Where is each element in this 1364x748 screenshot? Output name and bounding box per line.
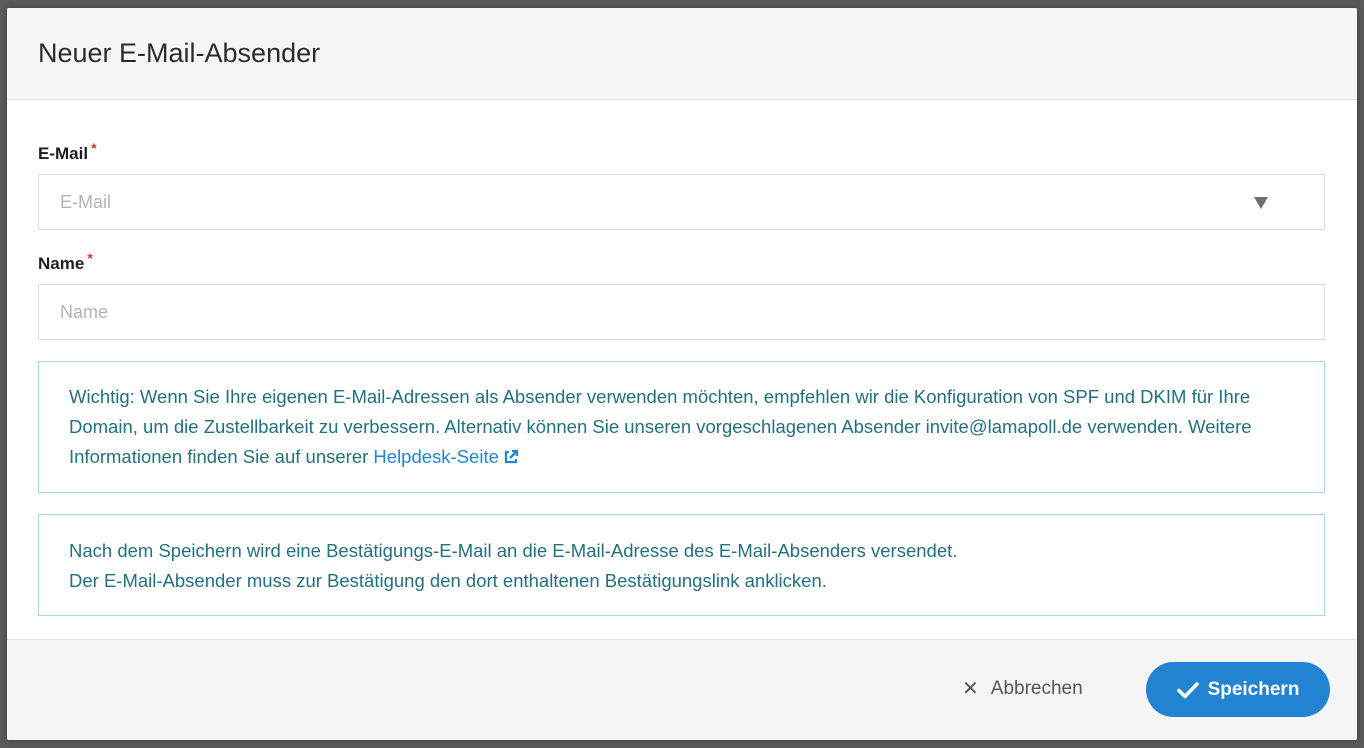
save-button[interactable]: Speichern xyxy=(1146,662,1330,717)
dialog-title: Neuer E-Mail-Absender xyxy=(38,38,321,68)
email-label-text: E-Mail xyxy=(38,144,89,163)
dialog-header: Neuer E-Mail-Absender xyxy=(7,8,1357,100)
email-select-input[interactable] xyxy=(60,175,1324,229)
name-field[interactable] xyxy=(38,284,1325,340)
confirmation-line-2: Der E-Mail-Absender muss zur Bestätigung… xyxy=(69,570,827,591)
confirmation-line-1: Nach dem Speichern wird eine Bestätigung… xyxy=(69,540,958,561)
confirmation-info-box: Nach dem Speichern wird eine Bestätigung… xyxy=(38,514,1325,616)
email-select[interactable] xyxy=(38,174,1325,230)
save-button-label[interactable]: Speichern xyxy=(1208,679,1300,701)
close-icon[interactable]: ✕ xyxy=(962,676,979,701)
new-email-sender-dialog: Neuer E-Mail-Absender E-Mail* Name* Wich… xyxy=(7,8,1357,740)
email-label: E-Mail * xyxy=(38,140,97,164)
caret-down-icon[interactable] xyxy=(1254,197,1268,209)
dialog-footer: ✕ Abbrechen Speichern xyxy=(7,639,1357,740)
helpdesk-link[interactable]: Helpdesk-Seite xyxy=(373,446,518,467)
cancel-button[interactable]: ✕ Abbrechen xyxy=(962,676,1083,701)
important-info-text: Wichtig: Wenn Sie Ihre eigenen E-Mail-Ad… xyxy=(69,382,1294,474)
helpdesk-link-label[interactable]: Helpdesk-Seite xyxy=(373,446,498,467)
name-label-text: Name xyxy=(38,254,85,273)
name-label: Name * xyxy=(38,250,93,274)
important-info-body: Wichtig: Wenn Sie Ihre eigenen E-Mail-Ad… xyxy=(69,386,1252,467)
dialog-body: E-Mail* Name* Wichtig: Wenn Sie Ihre eig… xyxy=(7,100,1357,640)
check-icon[interactable] xyxy=(1176,681,1199,699)
external-link-icon[interactable] xyxy=(503,444,519,474)
important-info-box: Wichtig: Wenn Sie Ihre eigenen E-Mail-Ad… xyxy=(38,361,1325,493)
email-required-mark: * xyxy=(91,140,97,156)
cancel-button-label[interactable]: Abbrechen xyxy=(991,678,1083,700)
name-input[interactable] xyxy=(60,285,1324,339)
name-required-mark: * xyxy=(87,250,93,266)
